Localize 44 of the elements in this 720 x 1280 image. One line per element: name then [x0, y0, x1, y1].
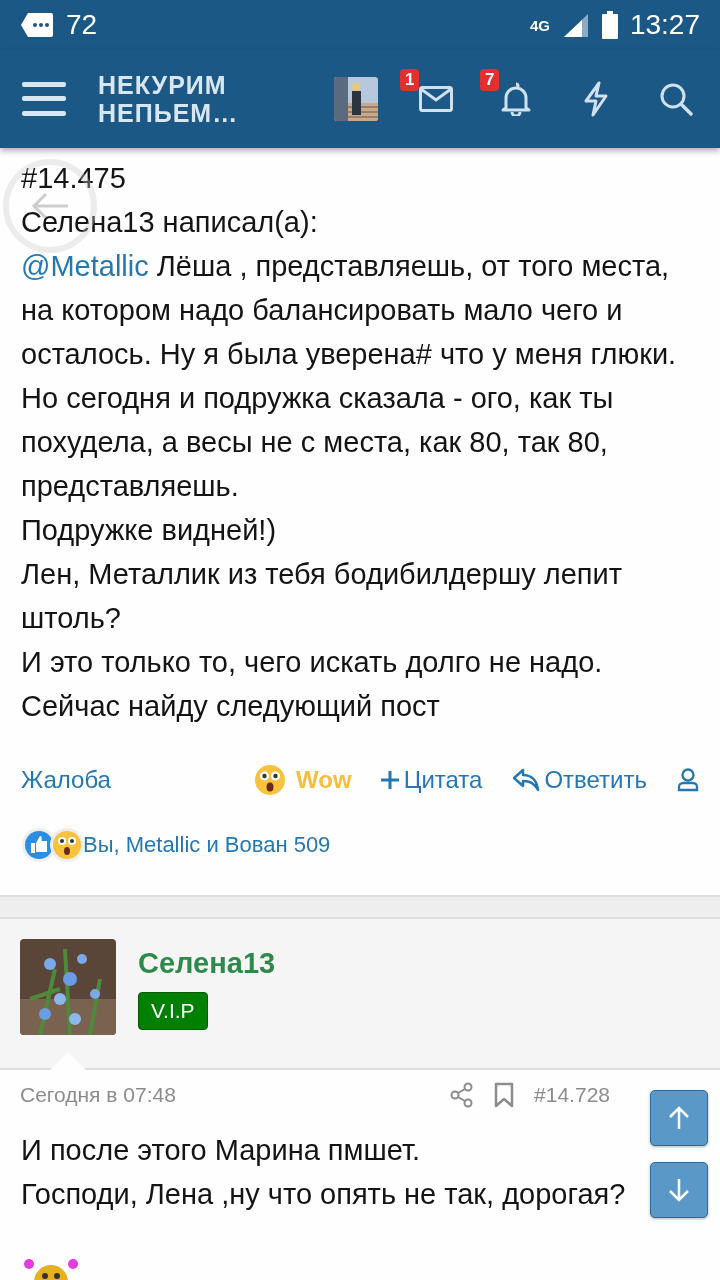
- post-line: Лен, Металлик из тебя бодибилдершу лепит штоль?: [21, 557, 624, 636]
- scroll-down-button[interactable]: [650, 1162, 708, 1218]
- reply-button[interactable]: Ответить: [512, 758, 647, 802]
- notification-count: 72: [66, 9, 98, 41]
- username[interactable]: Селена13: [138, 947, 276, 980]
- surprised-emoji-icon: [49, 827, 85, 863]
- share-icon[interactable]: [450, 1082, 475, 1108]
- report-link[interactable]: Жалоба: [21, 758, 111, 802]
- clock: 13:27: [629, 9, 700, 41]
- smiley-icon: [21, 1258, 81, 1280]
- scroll-up-button[interactable]: [650, 1090, 708, 1146]
- user-icon[interactable]: [677, 768, 699, 792]
- user-title-badge: V.I.P: [138, 992, 208, 1030]
- network-type: 4G: [529, 16, 550, 34]
- notification-icon: [20, 12, 54, 38]
- post-number[interactable]: #14.728: [534, 1083, 610, 1107]
- post-number: #14.475: [21, 161, 127, 196]
- arrow-up-icon: [668, 1106, 690, 1130]
- message-count-badge: 1: [400, 69, 420, 91]
- lightning-icon[interactable]: [583, 81, 609, 117]
- plus-icon: [379, 770, 400, 790]
- post-paragraph: @Metallic Лёша , представляешь, от того места, на котором надо балансировать мало чего и осталось. Ну я была уверена# что у меня глюки. Но сегодня и подружка сказала - ого, как ты похудела, а весы не с места, как 80, так 80, представляешь.: [21, 249, 678, 504]
- mention-link[interactable]: @Metallic: [21, 250, 149, 282]
- bookmark-icon[interactable]: [494, 1082, 515, 1108]
- battery-icon: [601, 11, 618, 39]
- post-line: Господи, Лена ,ну что опять не так, дорогая?: [21, 1177, 626, 1212]
- post-line: Подружке видней!): [21, 513, 278, 548]
- quote-button[interactable]: Цитата: [379, 758, 483, 802]
- post-date[interactable]: Сегодня в 07:48: [20, 1083, 176, 1107]
- logo-text[interactable]: НЕКУРИМ: [98, 71, 239, 99]
- menu-icon[interactable]: [22, 81, 66, 117]
- post-line: И после этого Марина пмшет.: [21, 1133, 421, 1168]
- post-line: Сейчас найду следующий пост: [21, 689, 441, 724]
- post-line: И это только то, чего искать долго не надо.: [21, 645, 604, 680]
- reply-arrow-icon: [512, 767, 541, 793]
- bell-icon[interactable]: [501, 82, 531, 116]
- surprised-emoji-icon: [254, 764, 287, 796]
- alert-count-badge: 7: [480, 69, 500, 91]
- mail-icon[interactable]: [419, 86, 453, 112]
- arrow-down-icon: [668, 1178, 690, 1202]
- reactions-summary-link[interactable]: Вы, Metallic и Вован 509: [83, 823, 331, 867]
- quote-author: Селена13 написал(а):: [21, 205, 319, 240]
- search-icon[interactable]: [659, 82, 693, 116]
- logo-text[interactable]: НЕПЬЕМ…: [98, 99, 239, 127]
